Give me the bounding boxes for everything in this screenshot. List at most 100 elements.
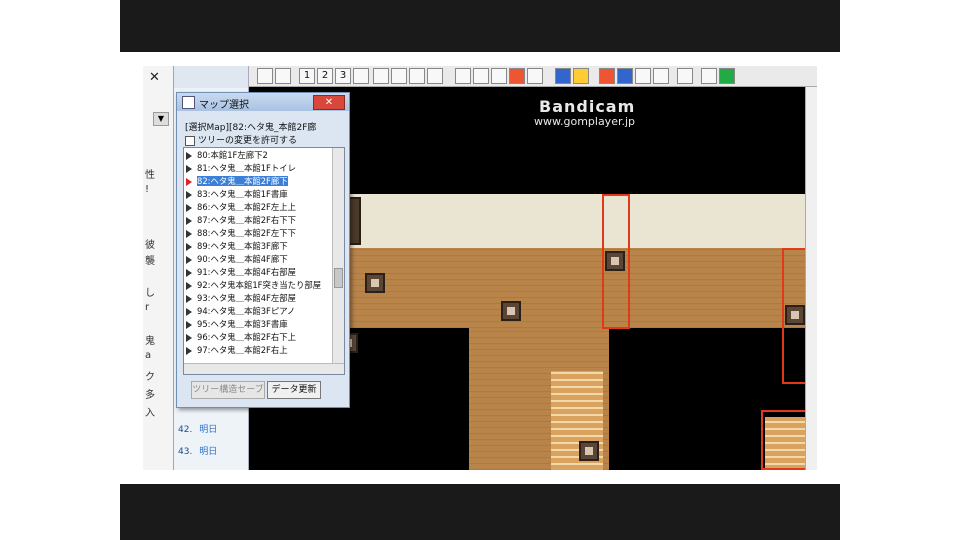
watermark-url: www.gomplayer.jp bbox=[534, 115, 636, 128]
panel-text: 襲 bbox=[145, 256, 155, 267]
map-select-dialog: マップ選択 ✕ [選択Map][82:ヘタ鬼_本館2F廊 ツリーの変更を許可する… bbox=[176, 92, 350, 408]
settings-icon[interactable] bbox=[677, 68, 693, 84]
map-tree-item[interactable]: 94:ヘタ鬼＿本館3Fピアノ bbox=[186, 306, 332, 317]
save-tree-structure-button[interactable]: ツリー構造セーブ bbox=[191, 381, 265, 399]
material-icon[interactable] bbox=[617, 68, 633, 84]
tree-arrow-icon[interactable] bbox=[186, 216, 192, 225]
map-tree-item[interactable]: 92:ヘタ鬼本館1F突き当たり部屋 bbox=[186, 280, 332, 291]
search-icon[interactable] bbox=[635, 68, 651, 84]
tree-arrow-icon[interactable] bbox=[186, 151, 192, 160]
close-button[interactable]: ✕ bbox=[313, 95, 345, 110]
panel-text: ク bbox=[145, 372, 155, 383]
list-item-text: 明日 bbox=[199, 425, 218, 435]
map-tree-item[interactable]: 87:ヘタ鬼＿本館2F右下下 bbox=[186, 215, 332, 226]
map-tree-item[interactable]: 96:ヘタ鬼＿本館2F右下上 bbox=[186, 332, 332, 343]
tree-arrow-icon[interactable] bbox=[186, 242, 192, 251]
tree-arrow-icon[interactable] bbox=[186, 164, 192, 173]
list-item-number: 43. bbox=[178, 447, 193, 457]
letterbox-bottom bbox=[120, 484, 840, 540]
map-tree-item[interactable]: 88:ヘタ鬼＿本館2F左下下 bbox=[186, 228, 332, 239]
dialog-title-bar[interactable]: マップ選択 ✕ bbox=[177, 93, 349, 111]
list-horizontal-scrollbar[interactable] bbox=[184, 363, 344, 374]
selected-map-label: [選択Map][82:ヘタ鬼_本館2F廊 bbox=[185, 123, 317, 133]
event-marker[interactable] bbox=[501, 301, 521, 321]
event-marker[interactable] bbox=[579, 441, 599, 461]
map-tree-item[interactable]: 95:ヘタ鬼＿本館3F書庫 bbox=[186, 319, 332, 330]
panel-text: 彼 bbox=[145, 240, 155, 251]
tree-arrow-icon[interactable] bbox=[186, 294, 192, 303]
map-tree-item[interactable]: 90:ヘタ鬼＿本館4F廊下 bbox=[186, 254, 332, 265]
list-item[interactable]: 42. 明日 bbox=[178, 422, 217, 435]
layer-3-button[interactable]: 3 bbox=[335, 68, 351, 84]
tree-arrow-icon[interactable] bbox=[186, 255, 192, 264]
map-tree-item[interactable]: 80:本館1F左廊下2 bbox=[186, 150, 332, 161]
tree-arrow-icon[interactable] bbox=[186, 333, 192, 342]
fill-icon[interactable] bbox=[491, 68, 507, 84]
tree-arrow-icon[interactable] bbox=[186, 320, 192, 329]
panel-text: 鬼 bbox=[145, 336, 155, 347]
map-vertical-scrollbar[interactable] bbox=[805, 87, 817, 470]
zoom-icon[interactable] bbox=[373, 68, 389, 84]
shadow-icon[interactable] bbox=[509, 68, 525, 84]
tree-arrow-icon[interactable] bbox=[186, 268, 192, 277]
map-tree-item[interactable]: 86:ヘタ鬼＿本館2F左上上 bbox=[186, 202, 332, 213]
map-tree-item[interactable]: 91:ヘタ鬼＿本館4F右部屋 bbox=[186, 267, 332, 278]
panel-text: r bbox=[145, 302, 150, 313]
tree-arrow-icon[interactable] bbox=[186, 346, 192, 355]
close-icon[interactable]: ✕ bbox=[149, 70, 160, 85]
save-icon[interactable] bbox=[275, 68, 291, 84]
list-item-text: 明日 bbox=[199, 447, 218, 457]
panel-text: 性 bbox=[145, 170, 155, 181]
map-tree-item[interactable]: 83:ヘタ鬼＿本館1F書庫 bbox=[186, 189, 332, 200]
script-icon[interactable] bbox=[599, 68, 615, 84]
allow-tree-change-checkbox[interactable]: ツリーの変更を許可する bbox=[185, 133, 297, 146]
window-icon[interactable] bbox=[701, 68, 717, 84]
undo-icon[interactable] bbox=[527, 68, 543, 84]
map-tree-item[interactable]: 97:ヘタ鬼＿本館2F右上 bbox=[186, 345, 332, 356]
selection-box bbox=[761, 410, 805, 470]
panel-text: し bbox=[145, 288, 155, 299]
panel-text: 入 bbox=[145, 408, 155, 419]
zoom-icon[interactable] bbox=[391, 68, 407, 84]
panel-text: ! bbox=[145, 184, 150, 195]
map-tree-item[interactable]: 89:ヘタ鬼＿本館3F廊下 bbox=[186, 241, 332, 252]
database-icon[interactable] bbox=[555, 68, 571, 84]
list-item-number: 42. bbox=[178, 425, 193, 435]
tree-arrow-icon[interactable] bbox=[186, 307, 192, 316]
list-vertical-scrollbar[interactable] bbox=[332, 148, 344, 364]
tree-arrow-icon[interactable] bbox=[186, 203, 192, 212]
layer-2-button[interactable]: 2 bbox=[317, 68, 333, 84]
window-icon bbox=[182, 96, 195, 109]
tree-arrow-icon[interactable] bbox=[186, 229, 192, 238]
zoom-icon[interactable] bbox=[427, 68, 443, 84]
letterbox-top bbox=[120, 0, 840, 52]
play-icon[interactable] bbox=[719, 68, 735, 84]
dropdown-arrow-icon[interactable]: ▼ bbox=[153, 112, 169, 126]
left-side-panel: ✕ ▼ 性 ! 彼 襲 し r 鬼 a ク 多 入 bbox=[143, 66, 174, 470]
map-tree-item[interactable]: 93:ヘタ鬼＿本館4F左部屋 bbox=[186, 293, 332, 304]
resource-icon[interactable] bbox=[573, 68, 589, 84]
panel-text: 多 bbox=[145, 390, 155, 401]
tree-arrow-icon[interactable] bbox=[186, 281, 192, 290]
tree-arrow-icon[interactable] bbox=[186, 177, 192, 186]
selection-box bbox=[602, 194, 630, 329]
checkbox-icon[interactable] bbox=[185, 135, 195, 146]
map-tree-item[interactable]: 81:ヘタ鬼＿本館1Fトイレ bbox=[186, 163, 332, 174]
lock-icon[interactable] bbox=[653, 68, 669, 84]
list-item[interactable]: 43. 明日 bbox=[178, 444, 217, 457]
tree-arrow-icon[interactable] bbox=[186, 190, 192, 199]
dialog-title: マップ選択 bbox=[199, 100, 249, 111]
scrollbar-thumb[interactable] bbox=[334, 268, 343, 288]
refresh-data-button[interactable]: データ更新 bbox=[267, 381, 321, 399]
layer-1-button[interactable]: 1 bbox=[299, 68, 315, 84]
zoom-icon[interactable] bbox=[409, 68, 425, 84]
event-layer-icon[interactable] bbox=[353, 68, 369, 84]
main-toolbar: 1 2 3 bbox=[249, 66, 817, 87]
map-tree-item-selected[interactable]: 82:ヘタ鬼＿本館2F廊下 bbox=[186, 176, 332, 187]
event-marker[interactable] bbox=[365, 273, 385, 293]
map-tree-list[interactable]: 80:本館1F左廊下2 81:ヘタ鬼＿本館1Fトイレ 82:ヘタ鬼＿本館2F廊下… bbox=[183, 147, 345, 375]
event-list-toolbar bbox=[174, 66, 248, 88]
rectangle-icon[interactable] bbox=[473, 68, 489, 84]
new-file-icon[interactable] bbox=[257, 68, 273, 84]
pencil-icon[interactable] bbox=[455, 68, 471, 84]
